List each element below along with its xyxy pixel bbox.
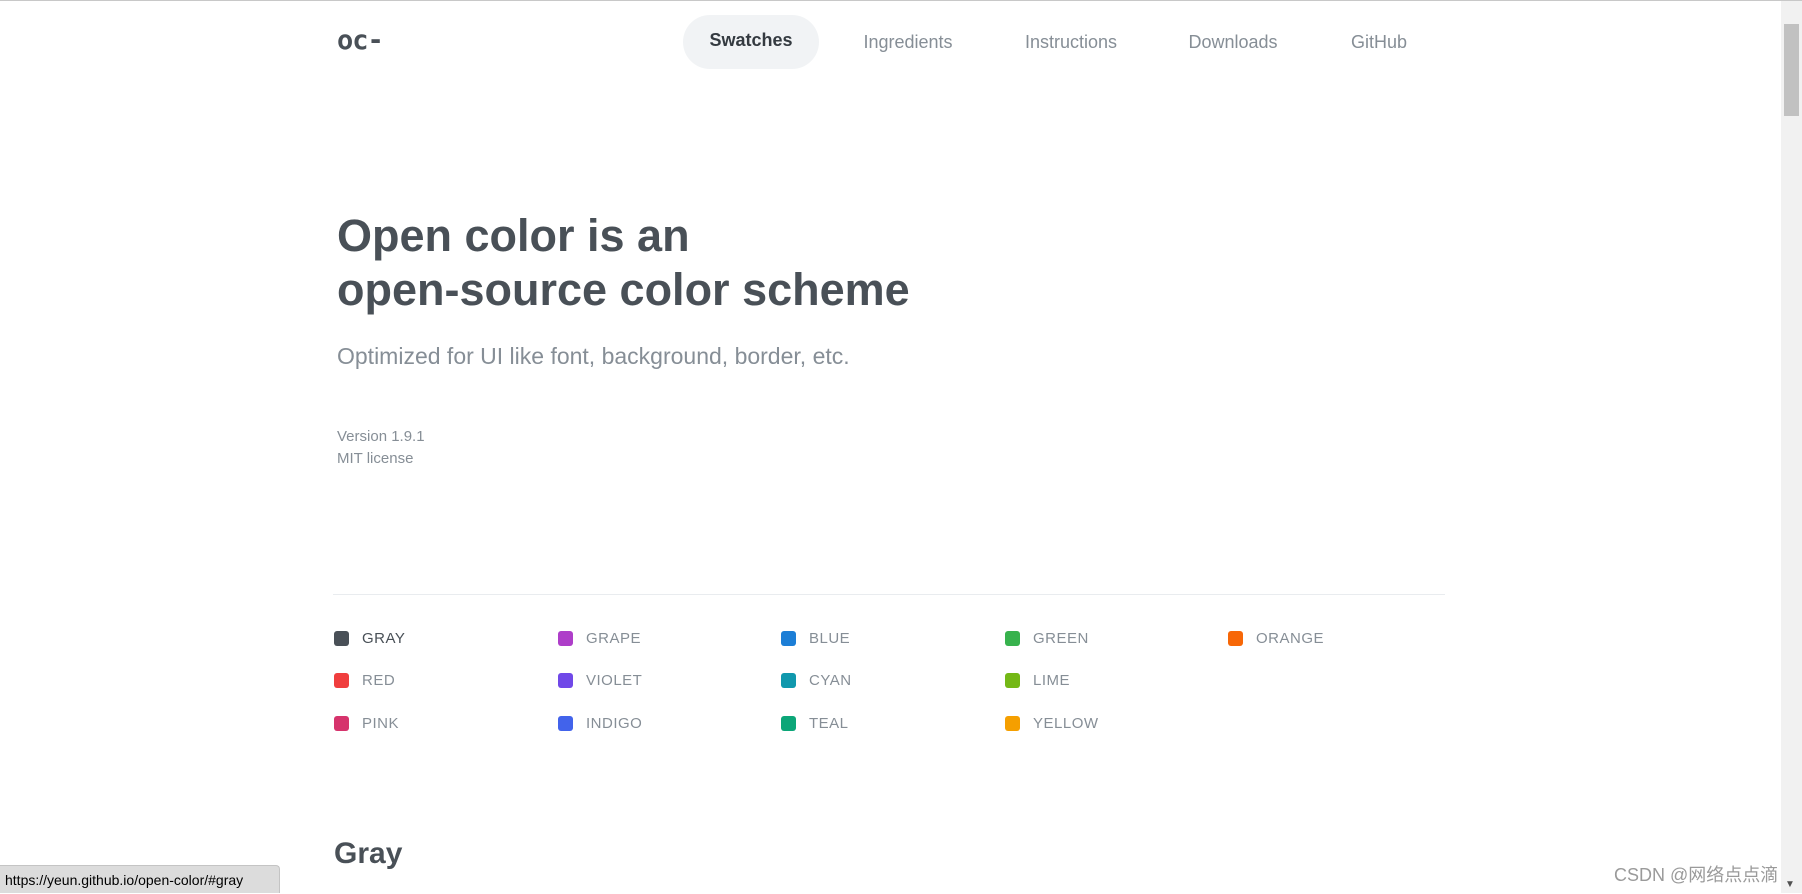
color-square-icon xyxy=(334,716,349,731)
swatch-link-teal[interactable]: TEAL xyxy=(781,715,849,732)
divider xyxy=(333,594,1445,595)
swatch-label: TEAL xyxy=(809,715,849,732)
swatch-label: INDIGO xyxy=(586,715,643,732)
nav-github[interactable]: GitHub xyxy=(1351,15,1407,69)
swatch-link-green[interactable]: GREEN xyxy=(1005,630,1089,647)
swatch-link-blue[interactable]: BLUE xyxy=(781,630,850,647)
swatch-link-cyan[interactable]: CYAN xyxy=(781,672,852,689)
swatch-label: ORANGE xyxy=(1256,630,1325,647)
version: Version 1.9.1 xyxy=(337,428,425,445)
logo[interactable]: oc- xyxy=(337,25,384,56)
swatch-label: GRAPE xyxy=(586,630,642,647)
swatch-link-grape[interactable]: GRAPE xyxy=(558,630,641,647)
color-square-icon xyxy=(334,673,349,688)
swatch-link-gray[interactable]: GRAY xyxy=(334,630,405,647)
swatch-link-violet[interactable]: VIOLET xyxy=(558,672,642,689)
color-square-icon xyxy=(558,673,573,688)
swatch-label: YELLOW xyxy=(1033,715,1099,732)
scrollbar[interactable] xyxy=(1781,1,1802,893)
color-square-icon xyxy=(781,631,796,646)
color-square-icon xyxy=(1228,631,1243,646)
swatch-link-lime[interactable]: LIME xyxy=(1005,672,1070,689)
swatch-label: GRAY xyxy=(362,630,406,647)
swatch-label: PINK xyxy=(362,715,400,732)
watermark: CSDN @网络点点滴 xyxy=(1614,865,1779,885)
nav-downloads[interactable]: Downloads xyxy=(1188,15,1277,69)
color-square-icon xyxy=(781,716,796,731)
color-square-icon xyxy=(1005,631,1020,646)
color-square-icon xyxy=(1005,673,1020,688)
color-square-icon xyxy=(334,631,349,646)
swatch-link-pink[interactable]: PINK xyxy=(334,715,399,732)
swatch-label: CYAN xyxy=(809,672,852,689)
swatch-label: BLUE xyxy=(809,630,851,647)
hero-title: Open color is an open-source color scheme xyxy=(337,210,910,315)
nav-ingredients[interactable]: Ingredients xyxy=(863,15,952,69)
color-square-icon xyxy=(781,673,796,688)
swatch-link-red[interactable]: RED xyxy=(334,672,395,689)
swatch-label: VIOLET xyxy=(586,672,643,689)
swatch-label: RED xyxy=(362,672,396,689)
hero-subtitle: Optimized for UI like font, background, … xyxy=(337,343,850,369)
nav-swatches[interactable]: Swatches xyxy=(683,15,819,69)
scroll-down-arrow-icon[interactable]: ▼ xyxy=(1785,879,1795,890)
version-info: Version 1.9.1 MIT license xyxy=(337,426,425,470)
license: MIT license xyxy=(337,450,414,467)
swatch-label: GREEN xyxy=(1033,630,1089,647)
status-bar-url: https://yeun.github.io/open-color/#gray xyxy=(0,865,280,893)
swatch-label: LIME xyxy=(1033,672,1071,689)
swatch-link-yellow[interactable]: YELLOW xyxy=(1005,715,1099,732)
swatch-link-orange[interactable]: ORANGE xyxy=(1228,630,1324,647)
color-square-icon xyxy=(558,716,573,731)
swatch-link-indigo[interactable]: INDIGO xyxy=(558,715,642,732)
color-square-icon xyxy=(1005,716,1020,731)
section-title-gray: Gray xyxy=(334,837,403,870)
color-square-icon xyxy=(558,631,573,646)
nav-instructions[interactable]: Instructions xyxy=(1025,15,1117,69)
scrollbar-thumb[interactable] xyxy=(1784,24,1799,116)
